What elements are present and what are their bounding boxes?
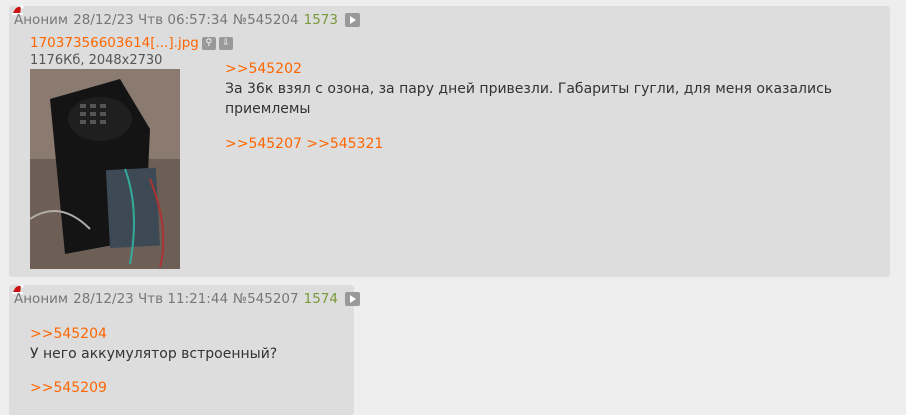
post-count: 1574 <box>303 291 338 307</box>
reply-link[interactable]: >>545202 <box>225 59 890 79</box>
post-datetime: 28/12/23 Чтв 06:57:34 <box>73 12 229 28</box>
search-image-icon[interactable]: ⚲ <box>201 36 216 50</box>
reply-ref-link[interactable]: >>545321 <box>306 136 383 152</box>
expand-post-icon[interactable] <box>344 13 360 27</box>
post-header: Аноним 28/12/23 Чтв 11:21:44 №545207 157… <box>14 290 365 308</box>
expand-post-icon[interactable] <box>344 292 360 306</box>
post-author: Аноним <box>14 12 69 28</box>
post-number[interactable]: №545207 <box>233 291 299 307</box>
file-info: 17037356603614[...].jpg ⚲ ⇩ <box>30 35 233 51</box>
image-thumbnail[interactable] <box>30 69 180 269</box>
replies-list: >>545207 >>545321 <box>225 134 890 154</box>
post-body: У него аккумулятор встроенный? <box>30 346 278 362</box>
reply-link[interactable]: >>545204 <box>30 324 277 344</box>
thumbnail-picture <box>30 69 180 269</box>
post-header: Аноним 28/12/23 Чтв 06:57:34 №545204 157… <box>14 11 365 29</box>
post-datetime: 28/12/23 Чтв 11:21:44 <box>73 291 229 307</box>
reply-ref-link[interactable]: >>545207 <box>225 136 302 152</box>
post-author: Аноним <box>14 291 69 307</box>
download-icon[interactable]: ⇩ <box>218 36 233 50</box>
replies-list: >>545209 <box>30 378 277 398</box>
file-name-link[interactable]: 17037356603614[...].jpg <box>30 35 199 51</box>
reply-ref-link[interactable]: >>545209 <box>30 380 107 396</box>
post-number[interactable]: №545204 <box>233 12 299 28</box>
post-545207: Аноним 28/12/23 Чтв 11:21:44 №545207 157… <box>9 284 360 415</box>
file-meta: 1176Кб, 2048x2730 <box>30 53 163 68</box>
post-body: За 36к взял с озона, за пару дней привез… <box>225 81 833 117</box>
post-count: 1573 <box>303 12 338 28</box>
post-545204: Аноним 28/12/23 Чтв 06:57:34 №545204 157… <box>9 5 890 277</box>
